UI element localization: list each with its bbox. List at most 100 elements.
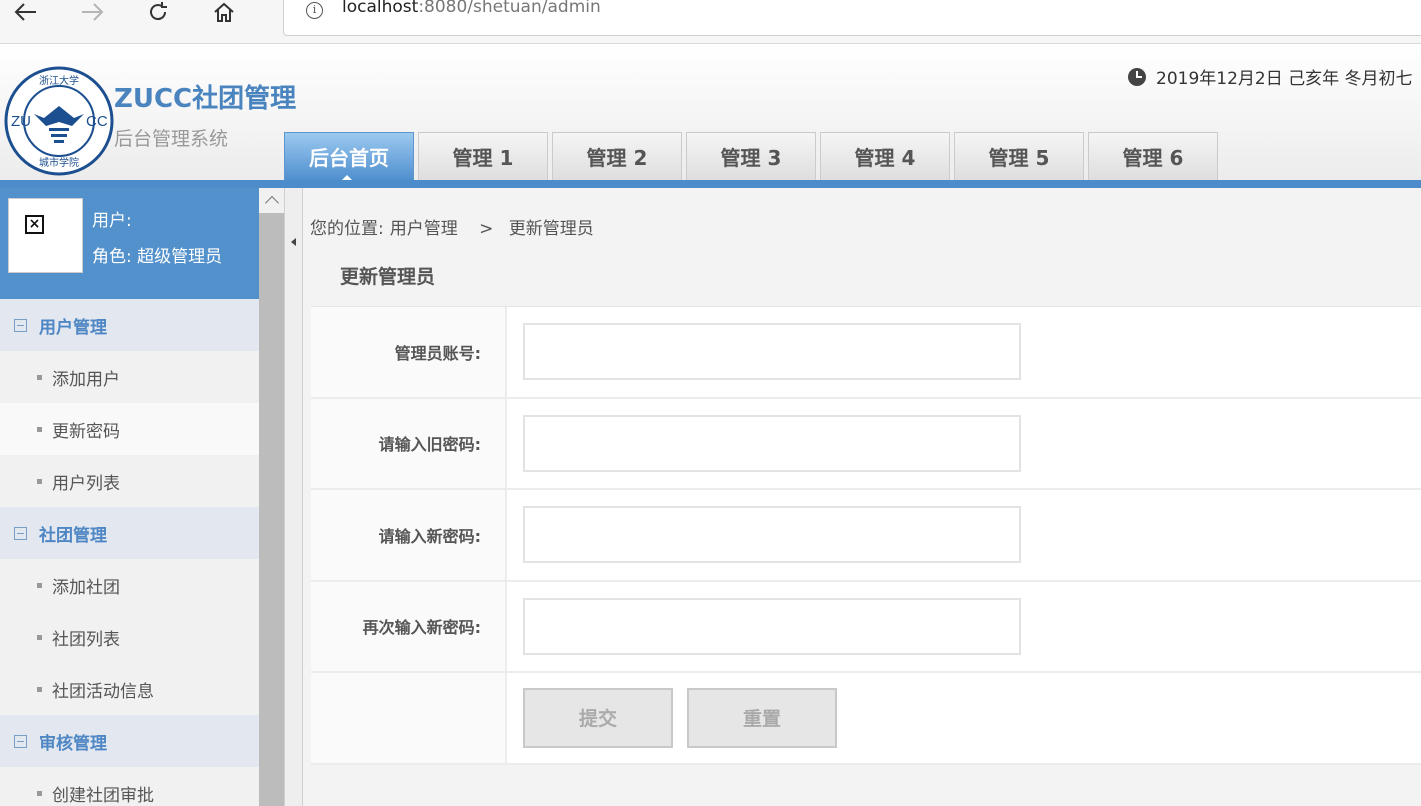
- bullet-icon: [37, 582, 42, 588]
- form-label-new-password: 请输入新密码:: [311, 490, 507, 580]
- form-actions-row: 提交 重置: [311, 673, 1421, 765]
- broken-image-icon: ×: [25, 215, 44, 234]
- sidebar: × 用户: 角色: 超级管理员 用户管理 添加用户 更新密码 用户列表 社团管理…: [0, 188, 259, 806]
- form-label-old-password: 请输入旧密码:: [311, 398, 507, 488]
- form-actions: 提交 重置: [507, 673, 1421, 763]
- home-icon: [214, 2, 234, 22]
- sidebar-item-add-club[interactable]: 添加社团: [0, 559, 259, 611]
- sidebar-item-club-activity[interactable]: 社团活动信息: [0, 663, 259, 715]
- arrow-right-icon: [82, 3, 104, 21]
- form-field-cell: [507, 490, 1421, 580]
- form-label-confirm-password: 再次输入新密码:: [311, 581, 507, 671]
- sidebar-item-add-user[interactable]: 添加用户: [0, 351, 259, 403]
- sidebar-scrollbar[interactable]: [259, 188, 284, 806]
- tab-manage-5[interactable]: 管理 5: [954, 132, 1084, 180]
- home-button[interactable]: [204, 0, 244, 24]
- collapse-minus-icon: [14, 734, 27, 748]
- old-password-input[interactable]: [523, 414, 1021, 472]
- header-divider: [0, 180, 1421, 188]
- confirm-password-input[interactable]: [523, 597, 1021, 655]
- sidebar-item-club-list[interactable]: 社团列表: [0, 611, 259, 663]
- reset-button[interactable]: 重置: [687, 687, 837, 748]
- collapse-minus-icon: [14, 526, 27, 540]
- scroll-up-button[interactable]: [259, 188, 284, 213]
- sidebar-item-label: 更新密码: [52, 421, 120, 442]
- logo-text-left: ZU: [11, 113, 31, 130]
- sidebar-item-club-approval[interactable]: 创建社团审批: [0, 767, 259, 806]
- new-password-input[interactable]: [523, 506, 1021, 564]
- sidebar-group-club-management[interactable]: 社团管理: [0, 507, 259, 559]
- main-content: 您的位置: 用户管理 > 更新管理员 更新管理员 管理员账号: 请输入旧密码: 请…: [303, 188, 1421, 806]
- avatar: ×: [8, 198, 83, 273]
- sidebar-group-label: 审核管理: [39, 733, 107, 754]
- tab-home[interactable]: 后台首页: [284, 132, 414, 181]
- form-row: 再次输入新密码:: [311, 581, 1421, 673]
- bullet-icon: [37, 478, 42, 484]
- tab-manage-2[interactable]: 管理 2: [552, 132, 682, 180]
- breadcrumb-current: 更新管理员: [508, 219, 594, 239]
- bullet-icon: [37, 374, 42, 380]
- arrow-left-icon: [14, 3, 36, 21]
- sidebar-group-label: 用户管理: [39, 317, 107, 338]
- form-row: 请输入新密码:: [311, 490, 1421, 582]
- sidebar-item-update-password[interactable]: 更新密码: [0, 403, 259, 455]
- sidebar-item-user-list[interactable]: 用户列表: [0, 455, 259, 507]
- bullet-icon: [37, 634, 42, 640]
- app-title: ZUCC社团管理: [114, 84, 297, 114]
- forward-button[interactable]: [72, 0, 112, 24]
- form-field-cell: [507, 582, 1421, 672]
- sidebar-group-label: 社团管理: [39, 525, 107, 546]
- form-row: 请输入旧密码:: [311, 398, 1421, 490]
- caret-left-icon[interactable]: [291, 238, 296, 246]
- form-row: 管理员账号:: [311, 307, 1421, 399]
- tab-manage-1[interactable]: 管理 1: [418, 132, 548, 180]
- logo-text-bottom: 城市学院: [39, 156, 79, 169]
- user-panel: × 用户: 角色: 超级管理员: [0, 188, 259, 299]
- top-nav-tabs: 后台首页 管理 1 管理 2 管理 3 管理 4 管理 5 管理 6: [284, 132, 1222, 181]
- reload-icon: [150, 2, 167, 21]
- sidebar-item-label: 社团列表: [52, 629, 120, 650]
- tab-manage-4[interactable]: 管理 4: [820, 132, 950, 180]
- sidebar-group-review-management[interactable]: 审核管理: [0, 715, 259, 767]
- browser-toolbar: i localhost:8080/shetuan/admin: [0, 0, 1421, 44]
- clock-icon: [1128, 67, 1146, 86]
- app-subtitle: 后台管理系统: [114, 128, 229, 150]
- tab-manage-6[interactable]: 管理 6: [1088, 132, 1218, 180]
- update-admin-form: 管理员账号: 请输入旧密码: 请输入新密码: 再次输入新密码: 提交 重置: [311, 306, 1421, 765]
- url-text[interactable]: localhost:8080/shetuan/admin: [342, 0, 601, 17]
- info-icon[interactable]: i: [306, 2, 323, 19]
- page-title: 更新管理员: [340, 266, 436, 288]
- zucc-logo-icon: ZU CC 浙江大学 城市学院: [4, 66, 114, 176]
- form-label-empty: [311, 673, 507, 763]
- sidebar-item-label: 添加社团: [52, 577, 120, 598]
- form-label-admin-account: 管理员账号:: [311, 307, 507, 397]
- date-display: 2019年12月2日 己亥年 冬月初七: [1128, 64, 1413, 89]
- tab-manage-3[interactable]: 管理 3: [686, 132, 816, 180]
- collapse-minus-icon: [14, 318, 27, 332]
- user-label: 用户:: [92, 211, 132, 231]
- bullet-icon: [37, 426, 42, 432]
- bullet-icon: [37, 686, 42, 692]
- admin-account-input[interactable]: [523, 323, 1021, 381]
- form-field-cell: [507, 399, 1421, 489]
- logo-text-top: 浙江大学: [39, 74, 79, 87]
- sidebar-splitter[interactable]: [284, 188, 303, 806]
- chevron-up-icon: [264, 195, 279, 211]
- breadcrumb-prefix: 您的位置:: [310, 219, 384, 239]
- form-field-cell: [507, 307, 1421, 397]
- app-header: ZU CC 浙江大学 城市学院 ZUCC社团管理 后台管理系统 2019年12月…: [0, 44, 1421, 181]
- address-bar[interactable]: i localhost:8080/shetuan/admin: [283, 0, 1421, 36]
- sidebar-item-label: 用户列表: [52, 473, 120, 494]
- sidebar-item-label: 社团活动信息: [52, 681, 154, 702]
- breadcrumb-section[interactable]: 用户管理: [390, 219, 458, 239]
- breadcrumb-separator: >: [479, 219, 494, 239]
- sidebar-group-user-management[interactable]: 用户管理: [0, 299, 259, 351]
- submit-button[interactable]: 提交: [523, 687, 673, 748]
- role-label: 角色: 超级管理员: [92, 247, 223, 267]
- breadcrumb: 您的位置: 用户管理 > 更新管理员: [310, 214, 600, 239]
- date-text: 2019年12月2日 己亥年 冬月初七: [1156, 69, 1413, 89]
- back-button[interactable]: [6, 0, 46, 24]
- logo-text-right: CC: [86, 113, 108, 130]
- reload-button[interactable]: [138, 0, 178, 24]
- bullet-icon: [37, 790, 42, 796]
